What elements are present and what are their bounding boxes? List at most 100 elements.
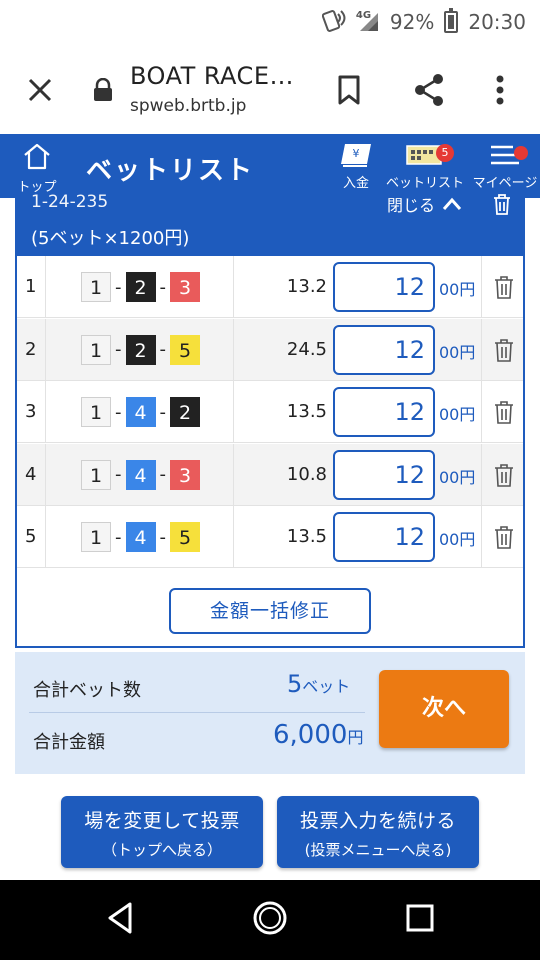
separator-dash: - <box>159 526 167 548</box>
boat-combination: 1-4-5 <box>81 522 200 552</box>
boat-number-box: 4 <box>125 522 156 552</box>
bet-number: 5 <box>25 526 37 547</box>
mypage-label: マイページ <box>472 176 538 191</box>
collapse-label: 閉じる <box>387 196 436 215</box>
back-icon[interactable] <box>104 900 136 940</box>
bet-summary-text: (5ベット×1200円) <box>31 228 190 249</box>
column-divider <box>233 506 234 568</box>
trash-icon[interactable] <box>493 274 515 304</box>
close-icon[interactable] <box>24 74 56 106</box>
amount-input[interactable]: 12 <box>333 387 435 437</box>
combination-text: 1-24-235 <box>31 192 109 212</box>
boat-combination: 1-2-5 <box>81 334 200 365</box>
share-icon[interactable] <box>412 72 446 108</box>
betlist-nav[interactable]: 5 ベットリスト <box>386 142 464 191</box>
odds-value: 10.8 <box>286 463 327 485</box>
amount-input[interactable]: 12 <box>333 324 435 375</box>
change-venue-label: 場を変更して投票 <box>84 810 240 832</box>
amount-unit: 00円 <box>439 467 476 487</box>
continue-voting-label: 投票入力を続ける <box>299 810 456 832</box>
amount-input[interactable]: 12 <box>333 512 435 562</box>
boat-number-box: 1 <box>81 522 111 552</box>
odds-value: 13.5 <box>286 401 327 422</box>
column-divider <box>233 443 234 506</box>
header-title: ベットリスト <box>86 156 255 186</box>
next-button[interactable]: 次へ <box>379 670 509 748</box>
boat-number-box: 3 <box>170 459 200 490</box>
totals-divider <box>29 712 365 713</box>
app-header: トップ ベットリスト ¥ 入金 5 ベットリスト マイページ <box>0 134 540 198</box>
amount-unit: 00円 <box>439 530 476 549</box>
battery-percent: 92% <box>389 10 435 34</box>
more-options-icon[interactable] <box>490 72 510 108</box>
network-type: 4G <box>355 10 372 21</box>
amount-input[interactable]: 12 <box>333 449 435 500</box>
column-divider <box>481 443 482 506</box>
continue-voting-sublabel: (投票メニューへ戻る) <box>304 841 452 859</box>
amount-unit: 00円 <box>439 280 476 299</box>
trash-icon[interactable] <box>493 399 515 429</box>
column-divider <box>481 506 482 568</box>
column-divider <box>233 381 234 443</box>
separator-dash: - <box>115 276 122 298</box>
home-nav[interactable]: トップ <box>14 142 60 195</box>
boat-number-box: 5 <box>170 522 200 552</box>
boat-number-box: 4 <box>125 459 156 490</box>
boat-number-box: 2 <box>170 397 200 427</box>
nfc-icon <box>321 8 348 37</box>
deposit-label: 入金 <box>342 176 369 191</box>
recents-icon[interactable] <box>404 900 436 940</box>
bet-number: 4 <box>25 463 37 485</box>
change-venue-button[interactable]: 場を変更して投票 （トップへ戻る） <box>61 796 263 868</box>
bulk-edit-button[interactable]: 金額一括修正 <box>169 588 371 634</box>
separator-dash: - <box>115 401 122 423</box>
bet-row: 2 1-2-5 24.5 12 00円 <box>17 318 523 381</box>
trash-icon[interactable] <box>493 462 515 492</box>
boat-number-box: 5 <box>170 334 200 365</box>
chevron-up-icon <box>442 197 462 210</box>
bet-row: 5 1-4-5 13.5 12 00円 <box>17 506 523 568</box>
bet-number: 1 <box>25 276 37 297</box>
boat-number-box: 1 <box>81 459 111 490</box>
trash-all-icon[interactable] <box>491 192 513 220</box>
trash-icon[interactable] <box>493 337 515 367</box>
lock-icon <box>92 77 114 102</box>
page-url[interactable]: spweb.brtb.jp <box>130 96 246 116</box>
boat-number-box: 4 <box>125 397 156 427</box>
boat-combination: 1-4-3 <box>81 459 200 490</box>
boat-number-box: 1 <box>81 397 111 427</box>
total-bets-value: 5ベット <box>287 670 351 698</box>
bookmark-icon[interactable] <box>334 74 364 106</box>
separator-dash: - <box>159 401 167 423</box>
total-bets-label: 合計ベット数 <box>33 680 141 701</box>
amount-input[interactable]: 12 <box>333 262 435 312</box>
boat-number-box: 3 <box>170 272 200 302</box>
amount-unit: 00円 <box>439 342 476 362</box>
boat-number-box: 2 <box>125 334 156 365</box>
system-nav-bar <box>0 880 540 960</box>
bet-row: 3 1-4-2 13.5 12 00円 <box>17 381 523 443</box>
column-divider <box>45 381 46 443</box>
column-divider <box>481 318 482 381</box>
column-divider <box>45 318 46 381</box>
separator-dash: - <box>115 464 122 485</box>
browser-toolbar: BOAT RACE… spweb.brtb.jp <box>0 44 540 134</box>
collapse-toggle[interactable]: 閉じる <box>387 192 463 216</box>
mypage-nav[interactable]: マイページ <box>470 142 540 191</box>
continue-voting-button[interactable]: 投票入力を続ける (投票メニューへ戻る) <box>277 796 479 868</box>
boat-number-box: 1 <box>81 272 111 302</box>
bet-number: 2 <box>25 338 37 360</box>
separator-dash: - <box>115 339 122 360</box>
deposit-nav[interactable]: ¥ 入金 <box>334 142 378 191</box>
boat-combination: 1-2-3 <box>81 272 200 302</box>
column-divider <box>45 256 46 318</box>
column-divider <box>45 506 46 568</box>
boat-combination: 1-4-2 <box>81 397 200 427</box>
home-icon <box>22 143 52 174</box>
bet-row: 1 1-2-3 13.2 12 00円 <box>17 256 523 318</box>
home-circle-icon[interactable] <box>252 900 288 940</box>
battery-icon <box>444 8 459 33</box>
separator-dash: - <box>115 526 122 548</box>
trash-icon[interactable] <box>493 524 515 554</box>
page-title[interactable]: BOAT RACE… <box>130 62 294 90</box>
